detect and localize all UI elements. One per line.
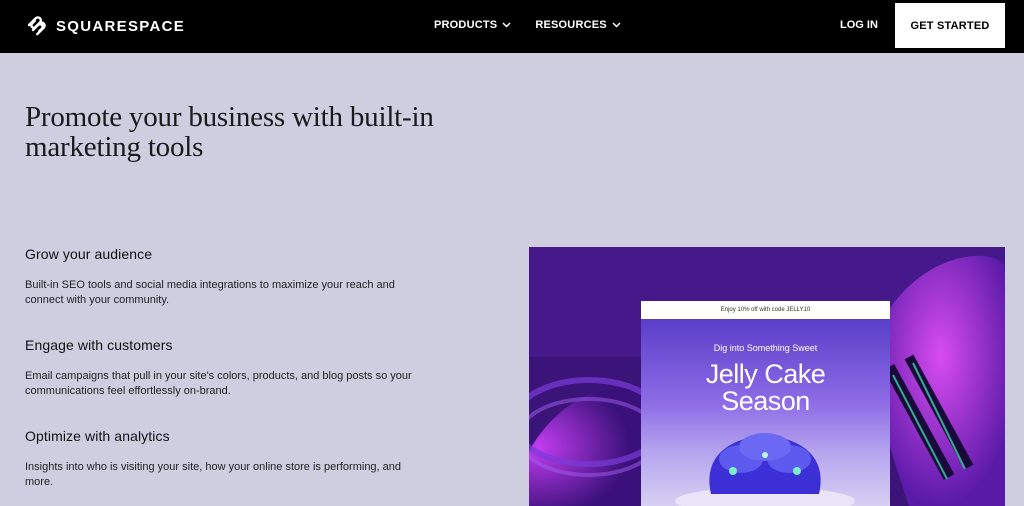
nav-products-label: PRODUCTS xyxy=(434,19,498,31)
nav-products[interactable]: PRODUCTS xyxy=(434,19,511,31)
feature-body: Insights into who is visiting your site,… xyxy=(25,461,402,488)
chevron-down-icon xyxy=(502,22,511,28)
feature-grow-audience: Grow your audience Built-in SEO tools an… xyxy=(25,246,425,308)
marketing-showcase-image: Enjoy 10% off with code JELLY10 Dig into… xyxy=(529,247,1005,506)
feature-title: Optimize with analytics xyxy=(25,428,170,444)
promo-banner: Enjoy 10% off with code JELLY10 xyxy=(641,301,890,319)
feature-optimize-analytics: Optimize with analytics Insights into wh… xyxy=(25,428,425,490)
main-menu: PRODUCTS RESOURCES xyxy=(434,19,621,31)
feature-title: Grow your audience xyxy=(25,246,153,262)
promo-title: Jelly Cake Season xyxy=(641,361,890,415)
squarespace-logo[interactable]: SQUARESPACE xyxy=(25,14,185,38)
feature-body: Built-in SEO tools and social media inte… xyxy=(25,279,395,306)
email-campaign-card: Enjoy 10% off with code JELLY10 Dig into… xyxy=(641,301,890,506)
promo-title-line-1: Jelly Cake xyxy=(705,359,826,389)
get-started-button[interactable]: GET STARTED xyxy=(895,3,1005,48)
top-nav: SQUARESPACE PRODUCTS RESOURCES LOG IN GE… xyxy=(0,0,1024,53)
nav-resources[interactable]: RESOURCES xyxy=(535,19,621,31)
nav-resources-label: RESOURCES xyxy=(535,19,607,31)
squarespace-logo-icon xyxy=(27,16,46,36)
login-link[interactable]: LOG IN xyxy=(840,19,878,31)
feature-body: Email campaigns that pull in your site's… xyxy=(25,370,412,397)
page-headline: Promote your business with built-in mark… xyxy=(25,101,434,163)
promo-subtitle: Dig into Something Sweet xyxy=(713,343,818,353)
feature-engage-customers: Engage with customers Email campaigns th… xyxy=(25,337,425,399)
promo-title-line-2: Season xyxy=(721,386,810,416)
chevron-down-icon xyxy=(612,22,621,28)
feature-title: Engage with customers xyxy=(25,337,173,353)
promo-card-body: Dig into Something Sweet Jelly Cake Seas… xyxy=(641,319,890,506)
brand-name: SQUARESPACE xyxy=(56,17,186,35)
